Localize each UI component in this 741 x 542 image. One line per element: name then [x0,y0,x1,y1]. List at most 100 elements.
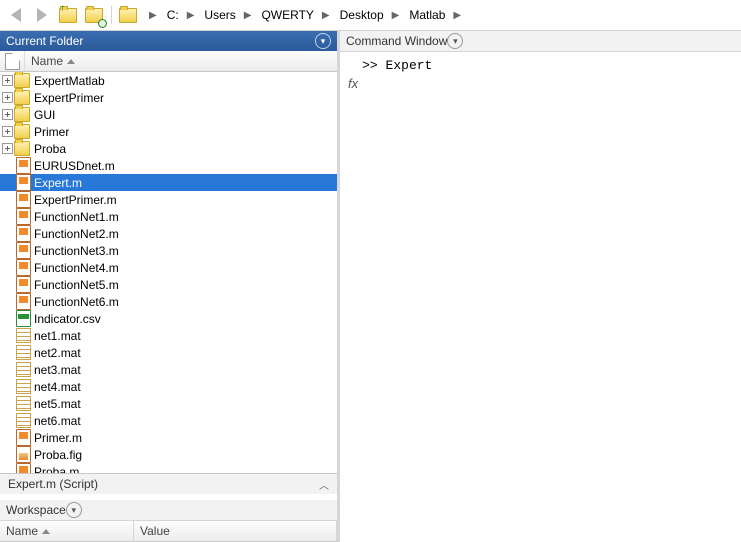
breadcrumb-sep: ▶ [451,10,463,21]
m-icon [16,242,31,259]
file-row[interactable]: net2.mat [0,344,337,361]
file-row[interactable]: FunctionNet3.m [0,242,337,259]
workspace-menu-button[interactable]: ▾ [66,502,82,518]
file-name: Primer [32,125,69,139]
file-row[interactable]: FunctionNet4.m [0,259,337,276]
current-folder-title-bar[interactable]: Current Folder ▾ [0,31,337,51]
workspace-col-name: Name [6,524,38,538]
m-icon [16,293,31,310]
file-name: Expert.m [32,176,82,190]
file-row[interactable]: net1.mat [0,327,337,344]
workspace-header[interactable]: Name Value [0,521,337,542]
csv-icon [16,310,31,327]
command-line[interactable]: >> Expert [362,58,432,536]
file-row[interactable]: Expert.m [0,174,337,191]
up-one-level-button[interactable]: ↑ [56,3,80,27]
file-name: FunctionNet5.m [32,278,119,292]
file-row[interactable]: net6.mat [0,412,337,429]
breadcrumb-item[interactable]: Desktop [332,6,390,24]
m-icon [16,259,31,276]
expand-icon[interactable] [2,92,13,103]
file-row[interactable]: Proba.fig [0,446,337,463]
file-name: Primer.m [32,431,82,445]
back-button[interactable] [4,3,28,27]
address-toolbar: ↑ ▶C:▶Users▶QWERTY▶Desktop▶Matlab▶ [0,0,741,31]
folder-icon [14,124,30,139]
file-row[interactable]: ExpertPrimer [0,89,337,106]
folder-icon [14,90,30,105]
mat-icon [16,379,31,394]
browse-folder-button[interactable] [82,3,106,27]
breadcrumb-item[interactable]: Matlab [401,6,451,24]
column-name: Name [31,54,63,68]
m-icon [16,276,31,293]
breadcrumb-item[interactable]: C: [159,6,185,24]
workspace-title-bar[interactable]: Workspace ▾ [0,500,337,521]
expand-details-icon[interactable]: ︿ [319,477,329,492]
breadcrumb-item[interactable]: QWERTY [253,6,319,24]
expand-icon[interactable] [2,126,13,137]
file-row[interactable]: Primer.m [0,429,337,446]
command-window-title: Command Window [346,34,447,48]
file-name: net4.mat [32,380,81,394]
panel-menu-button[interactable]: ▾ [315,33,331,49]
mat-icon [16,362,31,377]
file-name: FunctionNet4.m [32,261,119,275]
m-icon [16,463,31,473]
forward-button[interactable] [30,3,54,27]
file-name: Proba.m [32,465,79,474]
file-name: EURUSDnet.m [32,159,115,173]
folder-icon [14,141,30,156]
breadcrumb-sep: ▶ [185,10,197,21]
file-name: Indicator.csv [32,312,101,326]
folder-icon [14,107,30,122]
file-row[interactable]: Proba [0,140,337,157]
file-name: ExpertPrimer.m [32,193,117,207]
command-prompt: >> [362,58,378,73]
file-row[interactable]: ExpertMatlab [0,72,337,89]
fx-icon[interactable]: fx [348,76,358,91]
file-name: net1.mat [32,329,81,343]
workspace-col-value: Value [140,524,170,538]
m-icon [16,429,31,446]
file-row[interactable]: net3.mat [0,361,337,378]
file-row[interactable]: Primer [0,123,337,140]
file-row[interactable]: FunctionNet2.m [0,225,337,242]
sort-asc-icon [67,59,75,64]
file-row[interactable]: FunctionNet1.m [0,208,337,225]
file-row[interactable]: FunctionNet6.m [0,293,337,310]
file-list-header[interactable]: Name [0,51,337,72]
file-name: FunctionNet1.m [32,210,119,224]
command-window-title-bar[interactable]: Command Window ▾ [340,31,741,52]
file-row[interactable]: net4.mat [0,378,337,395]
breadcrumb-sep: ▶ [390,10,402,21]
file-name: ExpertMatlab [32,74,105,88]
file-row[interactable]: net5.mat [0,395,337,412]
file-row[interactable]: Proba.m [0,463,337,473]
forward-icon [37,8,47,22]
sort-asc-icon [42,529,50,534]
right-column: Command Window ▾ fx >> Expert [340,31,741,542]
file-name: FunctionNet2.m [32,227,119,241]
details-text: Expert.m (Script) [8,477,98,491]
expand-icon[interactable] [2,143,13,154]
file-name: Proba [32,142,66,156]
file-row[interactable]: FunctionNet5.m [0,276,337,293]
expand-icon[interactable] [2,109,13,120]
command-window-menu-button[interactable]: ▾ [447,33,463,49]
details-bar[interactable]: Expert.m (Script) ︿ [0,473,337,494]
expand-icon[interactable] [2,75,13,86]
file-row[interactable]: ExpertPrimer.m [0,191,337,208]
breadcrumb-item[interactable]: Users [196,6,241,24]
command-window-body[interactable]: fx >> Expert [340,52,741,542]
file-row[interactable]: GUI [0,106,337,123]
file-name: Proba.fig [32,448,82,462]
m-icon [16,174,31,191]
file-row[interactable]: Indicator.csv [0,310,337,327]
breadcrumb-sep: ▶ [320,10,332,21]
file-list-scroll[interactable]: ExpertMatlabExpertPrimerGUI Primer Proba EU… [0,72,337,473]
breadcrumb[interactable]: ▶C:▶Users▶QWERTY▶Desktop▶Matlab▶ [147,6,737,24]
file-row[interactable]: EURUSDnet.m [0,157,337,174]
m-icon [16,157,31,174]
current-folder-title: Current Folder [6,34,83,48]
